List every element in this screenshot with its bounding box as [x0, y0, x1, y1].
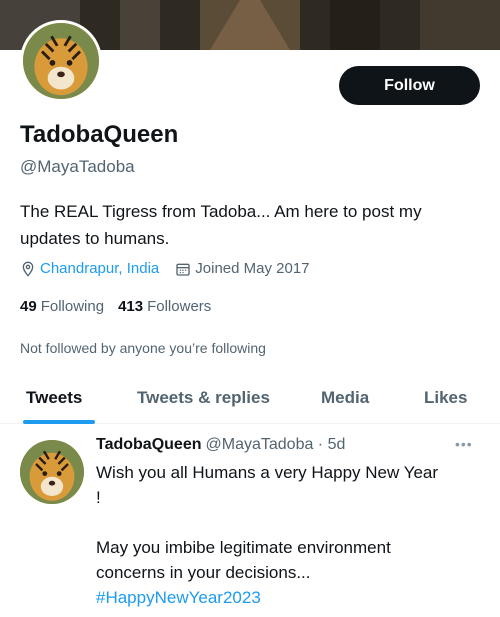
follow-stats: 49 Following 413 Followers [20, 298, 225, 315]
tweet-header: TadobaQueen @MayaTadoba · 5d [96, 436, 345, 454]
profile-bio: The REAL Tigress from Tadoba... Am here … [20, 202, 422, 248]
tab-tweets[interactable]: Tweets [26, 372, 82, 424]
tab-media[interactable]: Media [321, 372, 369, 424]
tweet-avatar[interactable] [20, 440, 84, 504]
profile-handle: @MayaTadoba [20, 157, 135, 176]
followers-stat[interactable]: 413 Followers [118, 298, 211, 315]
tweet-text: Wish you all Humans a very Happy New Yea… [96, 460, 486, 610]
tweet-line: May you imbibe legitimate environment [96, 538, 391, 557]
profile-tabs: Tweets Tweets & replies Media Likes [0, 372, 500, 424]
tweet-line: concerns in your decisions... [96, 563, 311, 582]
follow-button[interactable]: Follow [339, 66, 480, 105]
joined-text: Joined May 2017 [195, 260, 310, 277]
more-icon[interactable]: ••• [455, 436, 473, 452]
followers-count: 413 [118, 298, 144, 315]
tiger-avatar-image [23, 23, 99, 99]
tweet-line [96, 510, 486, 535]
tweet-line: Wish you all Humans a very Happy New Yea… [96, 463, 439, 482]
followers-label: Followers [147, 298, 212, 315]
tab-likes[interactable]: Likes [424, 372, 467, 424]
not-followed-notice: Not followed by anyone you’re following [20, 340, 266, 356]
tweet-line: ! [96, 488, 101, 507]
tweet-handle-time[interactable]: @MayaTadoba · 5d [206, 436, 346, 454]
profile-joined: Joined May 2017 [175, 260, 310, 277]
profile-display-name: TadobaQueen [20, 121, 179, 148]
profile-avatar[interactable] [20, 20, 102, 102]
tweet-author-name[interactable]: TadobaQueen [96, 436, 202, 454]
active-tab-indicator [23, 420, 95, 424]
following-label: Following [40, 298, 105, 315]
location-pin-icon [22, 261, 34, 277]
profile-location: Chandrapur, India [20, 260, 159, 277]
hashtag-link[interactable]: #HappyNewYear2023 [96, 585, 486, 610]
following-count: 49 [20, 298, 37, 315]
tiger-avatar-image [20, 440, 84, 504]
profile-meta: Chandrapur, India Joined May 2017 [20, 260, 326, 277]
location-link[interactable]: Chandrapur, India [40, 260, 159, 277]
calendar-icon [176, 263, 190, 276]
following-stat[interactable]: 49 Following [20, 298, 104, 315]
tab-tweets-replies[interactable]: Tweets & replies [137, 372, 270, 424]
